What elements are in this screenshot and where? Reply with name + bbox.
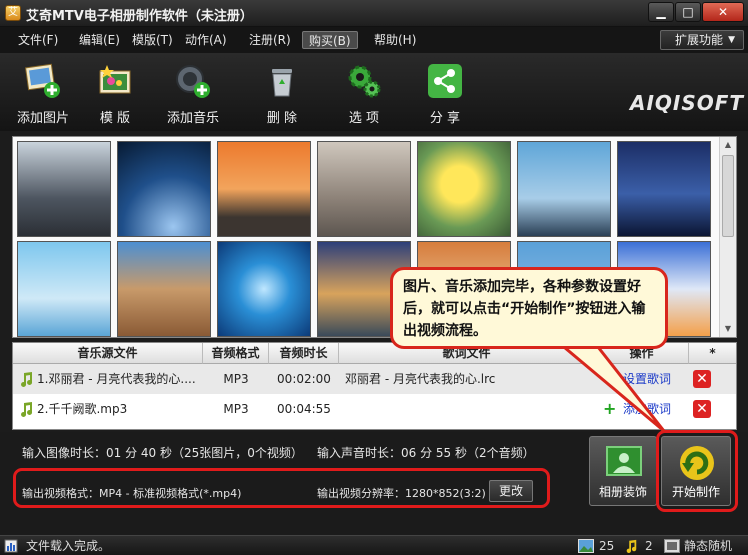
close-button[interactable]: ✕ (702, 2, 744, 22)
audio-duration-text: 输入声音时长：06 分 55 秒（2个音频） (317, 446, 535, 460)
share-icon (428, 64, 462, 98)
music-file-name: 2.千千阙歌.mp3 (37, 402, 128, 416)
music-note-icon (21, 372, 33, 387)
image-thumbnail[interactable] (117, 241, 211, 337)
lyric-file: 邓丽君 - 月亮代表我的心.lrc (345, 372, 496, 386)
delete-row-icon[interactable]: ✕ (693, 370, 711, 388)
menu-register[interactable]: 注册(R) (243, 31, 297, 49)
menu-template[interactable]: 模版(T) (126, 31, 179, 49)
extension-button[interactable]: 扩展功能 ▼ (660, 30, 744, 50)
add-image-label: 添加图片 (16, 111, 69, 126)
scroll-up-icon[interactable]: ▲ (722, 139, 734, 151)
image-thumbnail[interactable] (317, 141, 411, 237)
music-format: MP3 (223, 402, 249, 416)
template-label: 模 版 (99, 111, 131, 126)
album-decoration-button[interactable]: 相册装饰 (589, 436, 657, 506)
toolbar: 添加图片 模 版 添加音乐 删 除 选 项 分 享 AIQISOFT (0, 53, 748, 131)
column-header-star[interactable]: * (689, 343, 736, 364)
tooltip-pointer (560, 345, 666, 433)
menu-action[interactable]: 动作(A) (179, 31, 233, 49)
image-thumbnail[interactable] (617, 141, 711, 237)
delete-label: 删 除 (266, 111, 298, 126)
music-duration: 00:02:00 (277, 372, 331, 386)
music-format: MP3 (223, 372, 249, 386)
mode-icon (664, 539, 680, 553)
options-label: 选 项 (348, 111, 380, 126)
image-duration-text: 输入图像时长：01 分 40 秒（25张图片，0个视频） (22, 446, 303, 460)
status-message: 文件载入完成。 (26, 539, 111, 553)
column-header-duration[interactable]: 音频时长 (269, 343, 339, 364)
minimize-button[interactable]: ▁ (648, 2, 674, 22)
add-music-button[interactable]: 添加音乐 (154, 57, 232, 127)
output-resolution-text: 输出视频分辨率：1280*852(3:2) (317, 487, 486, 500)
image-thumbnail[interactable] (417, 141, 511, 237)
refresh-arrow-icon (680, 446, 714, 480)
transition-mode[interactable]: 静态随机 (684, 538, 732, 554)
column-header-source[interactable]: 音乐源文件 (13, 343, 203, 364)
chevron-down-icon: ▼ (728, 35, 735, 45)
output-format-text: 输出视频格式：MP4 - 标准视频格式(*.mp4) (22, 487, 242, 500)
start-production-button[interactable]: 开始制作 (661, 436, 731, 506)
image-thumbnail[interactable] (17, 241, 111, 337)
image-thumbnail[interactable] (117, 141, 211, 237)
image-thumbnail[interactable] (217, 241, 311, 337)
menu-help[interactable]: 帮助(H) (368, 31, 422, 49)
trash-icon (272, 69, 292, 97)
column-header-format[interactable]: 音频格式 (203, 343, 269, 364)
menu-file[interactable]: 文件(F) (12, 31, 64, 49)
image-thumbnail[interactable] (17, 141, 111, 237)
scroll-down-icon[interactable]: ▼ (722, 323, 734, 335)
menu-edit[interactable]: 编辑(E) (73, 31, 126, 49)
share-button[interactable]: 分 享 (406, 57, 484, 127)
gear-icon (348, 65, 381, 98)
app-icon: 艾 (5, 5, 21, 21)
extension-label: 扩展功能 (675, 33, 724, 47)
album-decoration-icon (606, 446, 642, 476)
share-label: 分 享 (429, 111, 461, 126)
image-count-icon (578, 539, 594, 553)
options-button[interactable]: 选 项 (325, 57, 403, 127)
delete-row-icon[interactable]: ✕ (693, 400, 711, 418)
status-bar: 文件载入完成。 25 2 静态随机 (0, 535, 748, 555)
image-grid-scrollbar[interactable]: ▲ ▼ (719, 137, 736, 337)
image-thumbnail[interactable] (217, 141, 311, 237)
audio-count-icon (626, 539, 637, 553)
status-icon (4, 539, 18, 553)
lyric-file (345, 394, 591, 424)
brand-logo: AIQISOFT (630, 91, 745, 115)
music-note-icon (21, 402, 33, 417)
menu-bar: 文件(F) 编辑(E) 模版(T) 动作(A) 注册(R) 购买(B) 帮助(H… (0, 27, 748, 53)
maximize-button[interactable]: □ (675, 2, 701, 22)
album-decoration-label: 相册装饰 (598, 485, 647, 499)
start-production-label: 开始制作 (671, 485, 720, 499)
music-duration: 00:04:55 (277, 402, 331, 416)
template-icon (99, 65, 131, 94)
image-count: 25 (599, 539, 615, 553)
add-image-icon (25, 63, 60, 98)
template-button[interactable]: 模 版 (76, 57, 154, 127)
window-title: 艾奇MTV电子相册制作软件（未注册） (26, 9, 253, 24)
add-image-button[interactable]: 添加图片 (4, 57, 82, 127)
delete-button[interactable]: 删 除 (243, 57, 321, 127)
audio-count: 2 (645, 539, 653, 553)
add-music-label: 添加音乐 (166, 111, 219, 126)
change-output-button[interactable]: 更改 (489, 480, 533, 502)
add-music-icon (176, 65, 210, 98)
image-thumbnail[interactable] (517, 141, 611, 237)
menu-buy[interactable]: 购买(B) (302, 31, 358, 49)
scroll-thumb[interactable] (722, 155, 734, 237)
hint-tooltip: 图片、音乐添加完毕，各种参数设置好后，就可以点击“开始制作”按钮进入输出视频流程… (390, 267, 668, 349)
title-bar: 艾 艾奇MTV电子相册制作软件（未注册） ▁ □ ✕ (0, 0, 748, 27)
music-file-name: 1.邓丽君 - 月亮代表我的心.... (37, 372, 196, 386)
